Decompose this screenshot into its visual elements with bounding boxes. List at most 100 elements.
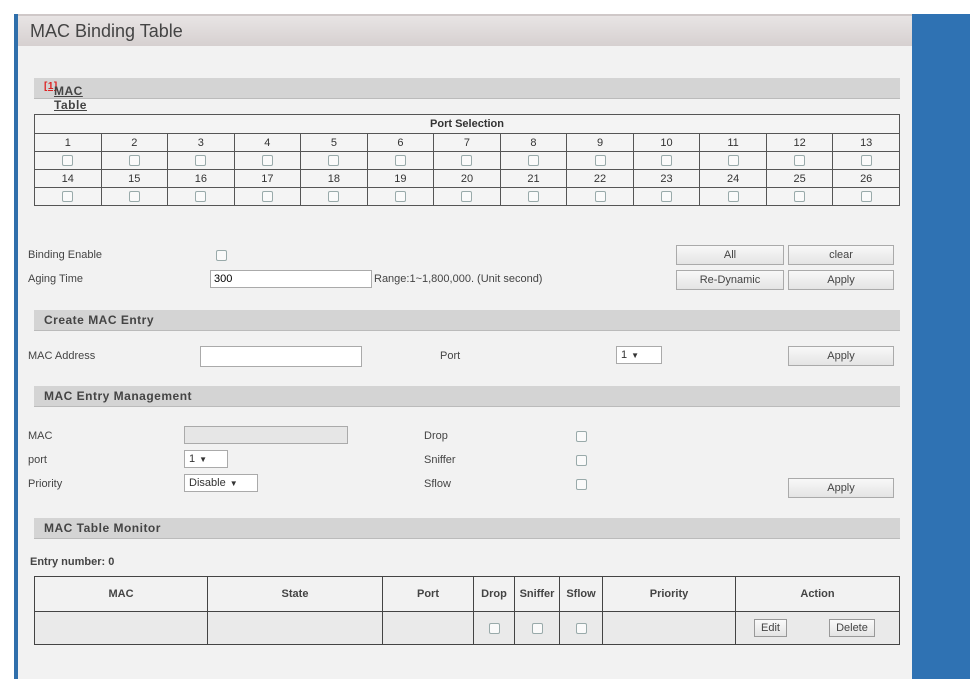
- create-port-value: 1: [621, 349, 628, 361]
- all-button[interactable]: All: [676, 245, 784, 265]
- aging-range-text: Range:1~1,800,000. (Unit second): [374, 273, 543, 285]
- priority-label: Priority: [28, 478, 63, 490]
- aging-time-input[interactable]: [210, 270, 372, 288]
- sflow-label: Sflow: [424, 478, 451, 490]
- port-checkbox[interactable]: [794, 191, 806, 203]
- main-panel: MAC Binding Table MAC Table Binding[1] P…: [18, 14, 912, 679]
- column-header-sflow: Sflow: [559, 576, 603, 612]
- create-port-select[interactable]: 1 ▼: [616, 346, 662, 364]
- section-title-create: Create MAC Entry: [44, 313, 155, 327]
- port-checkbox[interactable]: [661, 155, 673, 167]
- row-drop-checkbox[interactable]: [488, 622, 500, 634]
- row-sflow-checkbox[interactable]: [575, 622, 587, 634]
- mgmt-apply-button[interactable]: Apply: [788, 478, 894, 498]
- left-strip: [0, 14, 14, 679]
- port-checkbox-row-1: [34, 151, 900, 170]
- column-header-drop: Drop: [473, 576, 515, 612]
- port-label: 20: [433, 169, 501, 188]
- port-label: 24: [699, 169, 767, 188]
- mgmt-port-value: 1: [189, 453, 196, 465]
- port-checkbox[interactable]: [461, 155, 473, 167]
- mac-input[interactable]: [184, 426, 348, 444]
- port-label: 22: [566, 169, 634, 188]
- port-checkbox[interactable]: [461, 191, 473, 203]
- clear-button[interactable]: clear: [788, 245, 894, 265]
- priority-select[interactable]: Disable ▼: [184, 474, 258, 492]
- edit-button[interactable]: Edit: [753, 619, 787, 637]
- port-label: 9: [566, 133, 634, 152]
- port-checkbox[interactable]: [394, 191, 406, 203]
- mac-address-input[interactable]: [200, 346, 362, 367]
- delete-button[interactable]: Delete: [829, 619, 875, 637]
- port-checkbox[interactable]: [727, 191, 739, 203]
- port-checkbox[interactable]: [594, 155, 606, 167]
- port-checkbox[interactable]: [527, 155, 539, 167]
- column-header-port: Port: [382, 576, 474, 612]
- port-checkbox[interactable]: [62, 191, 74, 203]
- port-selection-header: Port Selection: [34, 114, 900, 134]
- cell-priority: [602, 611, 736, 645]
- drop-checkbox[interactable]: [576, 431, 587, 442]
- port-checkbox[interactable]: [195, 155, 207, 167]
- port-label-create: Port: [440, 350, 461, 362]
- port-label: 16: [167, 169, 235, 188]
- binding-enable-checkbox[interactable]: [216, 250, 227, 261]
- port-label: 18: [300, 169, 368, 188]
- port-checkbox[interactable]: [328, 155, 340, 167]
- cell-state: [207, 611, 383, 645]
- port-label: 4: [233, 133, 302, 152]
- mac-address-label: MAC Address: [28, 350, 96, 362]
- aging-time-label: Aging Time: [28, 273, 84, 285]
- port-checkbox[interactable]: [594, 191, 606, 203]
- section-title-management: MAC Entry Management: [44, 389, 193, 403]
- port-checkbox[interactable]: [128, 155, 140, 167]
- port-label: 13: [832, 133, 900, 152]
- port-checkbox[interactable]: [527, 191, 539, 203]
- port-checkbox[interactable]: [727, 155, 739, 167]
- mgmt-port-select[interactable]: 1 ▼: [184, 450, 228, 468]
- port-label: 21: [499, 169, 568, 188]
- port-label: 1: [34, 133, 102, 152]
- re-dynamic-button[interactable]: Re-Dynamic: [676, 270, 784, 290]
- port-checkbox[interactable]: [62, 155, 74, 167]
- port-checkbox[interactable]: [794, 155, 806, 167]
- column-header-action: Action: [735, 576, 900, 612]
- port-checkbox[interactable]: [328, 191, 340, 203]
- port-label: 2: [100, 133, 169, 152]
- port-label: 26: [832, 169, 900, 188]
- top-strip: [0, 0, 970, 14]
- create-apply-button[interactable]: Apply: [788, 346, 894, 366]
- port-label: 10: [632, 133, 701, 152]
- sniffer-label: Sniffer: [424, 454, 456, 466]
- column-header-mac: MAC: [34, 576, 208, 612]
- binding-apply-button[interactable]: Apply: [788, 270, 894, 290]
- right-background: [912, 14, 970, 679]
- sflow-checkbox[interactable]: [576, 479, 587, 490]
- cell-mac: [34, 611, 208, 645]
- port-label: 8: [499, 133, 568, 152]
- port-checkbox[interactable]: [261, 155, 273, 167]
- dropdown-arrow-icon: ▼: [631, 351, 640, 360]
- port-checkbox[interactable]: [394, 155, 406, 167]
- port-selection-table: Port Selection 1 2 3 4 5 6 7 8 9 10 11 1…: [34, 114, 900, 206]
- port-checkbox[interactable]: [661, 191, 673, 203]
- binding-enable-label: Binding Enable: [28, 249, 103, 261]
- port-label: 17: [233, 169, 302, 188]
- port-label: 3: [167, 133, 235, 152]
- port-checkbox[interactable]: [195, 191, 207, 203]
- port-number-row-2: 14 15 16 17 18 19 20 21 22 23 24 25 26: [34, 169, 900, 188]
- sniffer-checkbox[interactable]: [576, 455, 587, 466]
- port-checkbox[interactable]: [860, 191, 872, 203]
- port-checkbox[interactable]: [128, 191, 140, 203]
- mac-label: MAC: [28, 430, 53, 442]
- port-label-mgmt: port: [28, 454, 47, 466]
- port-checkbox[interactable]: [860, 155, 872, 167]
- port-label: 12: [765, 133, 834, 152]
- port-checkbox-row-2: [34, 187, 900, 206]
- row-sniffer-checkbox[interactable]: [531, 622, 543, 634]
- port-label: 14: [34, 169, 102, 188]
- port-number-row-1: 1 2 3 4 5 6 7 8 9 10 11 12 13: [34, 133, 900, 152]
- section-mac-table-monitor: MAC Table Monitor: [34, 518, 900, 539]
- priority-value: Disable: [189, 477, 226, 489]
- port-checkbox[interactable]: [261, 191, 273, 203]
